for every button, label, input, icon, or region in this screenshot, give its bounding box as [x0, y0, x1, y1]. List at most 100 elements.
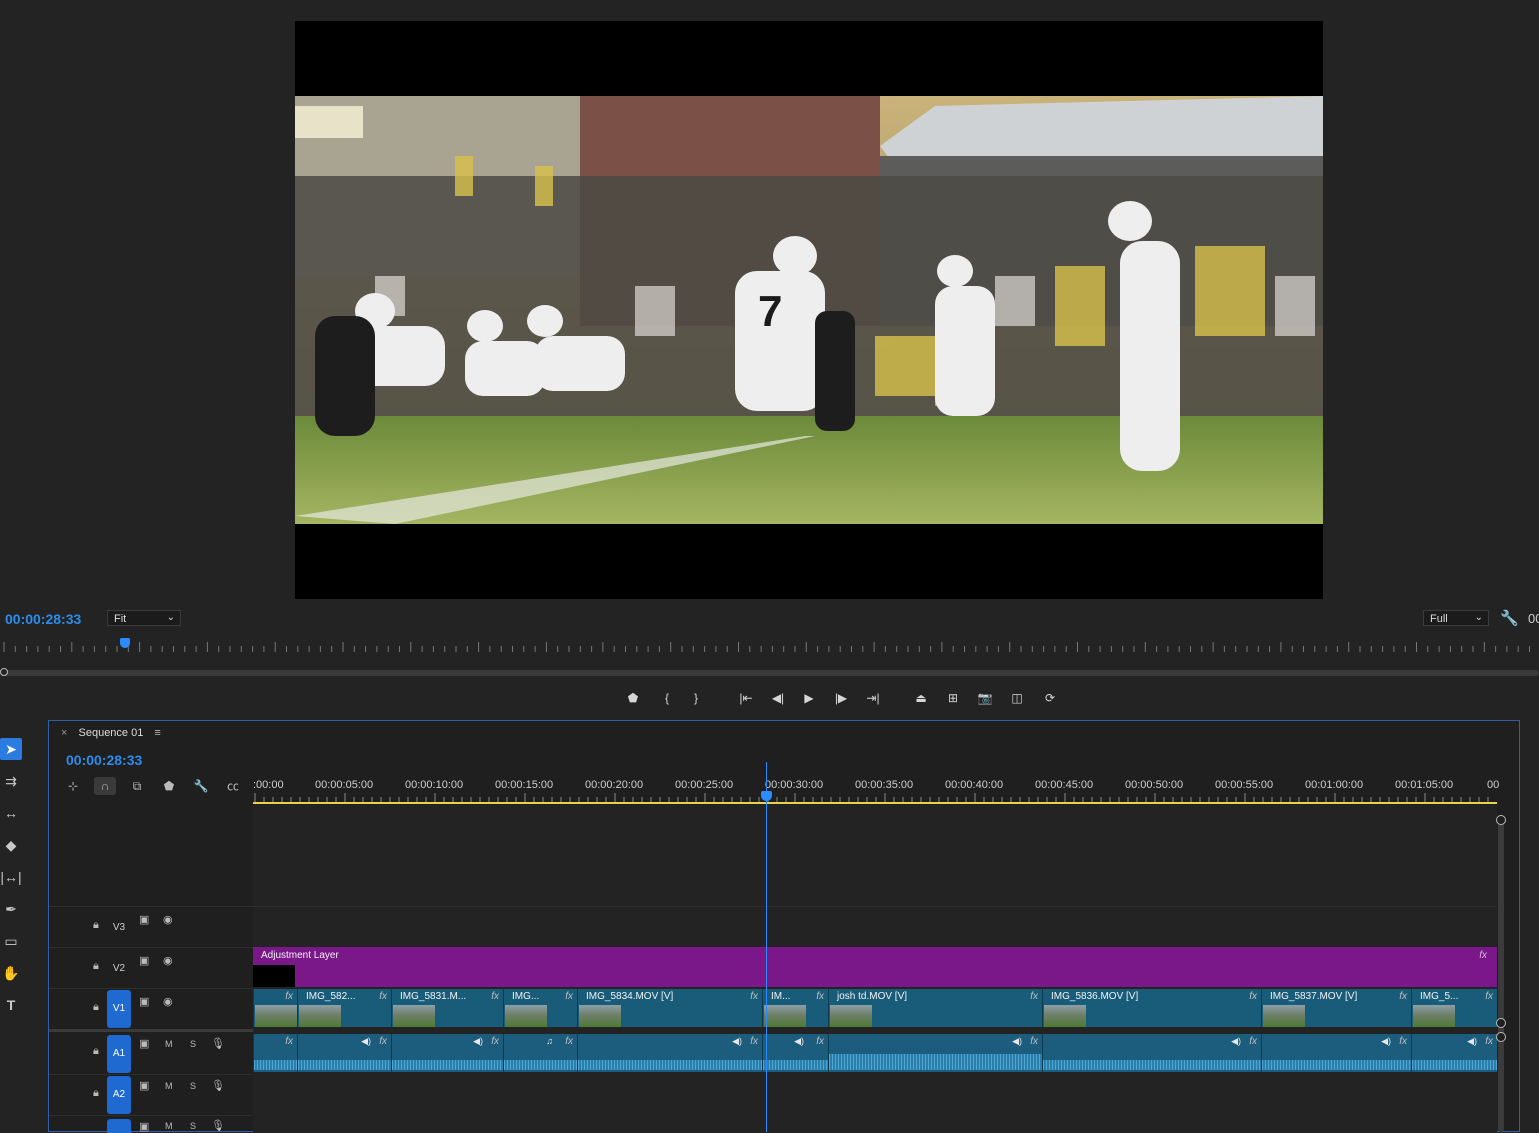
audio-clip[interactable]: ◀︎) fx [762, 1034, 828, 1072]
track-label-v2[interactable]: V2 [107, 950, 131, 988]
video-clip[interactable]: IMG_582... fx [297, 989, 391, 1027]
add-marker-icon[interactable]: ⬟ [158, 777, 180, 795]
track-select-tool-icon[interactable]: ⇉ [0, 770, 22, 792]
zoom-level-select[interactable]: Fit ⌄ [107, 610, 181, 626]
microphone-icon[interactable]: 🎙︎ [211, 1119, 225, 1132]
monitor-zoom-scrollbar[interactable] [0, 670, 1539, 676]
program-timecode[interactable]: 00:00:28:33 [5, 611, 81, 627]
close-tab-icon[interactable]: × [61, 727, 67, 739]
eye-icon[interactable]: ◉ [163, 995, 173, 1008]
add-marker-icon[interactable]: ⬟ [623, 688, 643, 708]
microphone-icon[interactable]: 🎙︎ [211, 1079, 225, 1092]
sync-lock-icon[interactable]: ▣ [139, 1037, 149, 1050]
eye-icon[interactable]: ◉ [163, 913, 173, 926]
video-clip[interactable]: IMG_5... fx [1411, 989, 1497, 1027]
play-icon[interactable]: ▶ [799, 688, 819, 708]
export-frame-icon[interactable]: 📷 [975, 688, 995, 708]
timeline-ruler[interactable]: :00:00 00:00:05:00 00:00:10:00 00:00:15:… [253, 776, 1499, 804]
insert-nest-icon[interactable]: ⊹ [62, 777, 84, 795]
sequence-tab[interactable]: × Sequence 01 ≡ [61, 727, 161, 739]
audio-clip[interactable]: ◀︎) fx [828, 1034, 1042, 1072]
lift-icon[interactable]: ⏏ [911, 688, 931, 708]
captions-icon[interactable]: ㏄ [222, 777, 244, 795]
linked-selection-icon[interactable]: ⧉ [126, 777, 148, 795]
track-content-area[interactable]: Adjustment Layer fx fx IMG_582... fx IMG_… [253, 805, 1497, 1133]
video-clip[interactable]: IMG_5837.MOV [V] fx [1261, 989, 1411, 1027]
solo-button[interactable]: S [190, 1039, 196, 1049]
slip-tool-icon[interactable]: |↔| [0, 866, 22, 888]
go-to-out-icon[interactable]: ⇥| [863, 688, 883, 708]
panel-menu-icon[interactable]: ≡ [154, 727, 160, 739]
pen-tool-icon[interactable]: ✒ [0, 898, 22, 920]
track-label-a3[interactable] [107, 1119, 131, 1133]
audio-clip[interactable]: ◀︎) fx [297, 1034, 391, 1072]
adjustment-layer-clip[interactable]: Adjustment Layer fx [253, 947, 1497, 987]
sync-lock-icon[interactable]: ▣ [139, 954, 149, 967]
lock-icon[interactable]: 🔒︎ [93, 1087, 99, 1100]
lock-icon[interactable]: 🔒︎ [93, 1001, 99, 1014]
work-area-bar[interactable] [253, 802, 1497, 804]
button-editor-icon[interactable]: ⟳ [1040, 688, 1060, 708]
scrollbar-handle-left[interactable] [0, 668, 8, 676]
ripple-edit-tool-icon[interactable]: ↔ [0, 802, 22, 824]
video-clip[interactable]: IMG_5831.M... fx [391, 989, 503, 1027]
video-clip[interactable]: IMG... fx [503, 989, 577, 1027]
lock-icon[interactable]: 🔒︎ [93, 919, 99, 932]
playback-resolution-select[interactable]: Full ⌄ [1423, 610, 1489, 626]
hand-tool-icon[interactable]: ✋ [0, 962, 22, 984]
audio-clip[interactable]: fx [253, 1034, 297, 1072]
razor-tool-icon[interactable]: ◆ [0, 834, 22, 856]
wrench-icon[interactable]: 🔧 [1500, 609, 1519, 627]
mark-in-icon[interactable]: { [657, 688, 677, 708]
lock-icon[interactable]: 🔒︎ [93, 960, 99, 973]
video-clip[interactable]: IMG_5834.MOV [V] fx [577, 989, 762, 1027]
sync-lock-icon[interactable]: ▣ [139, 995, 149, 1008]
audio-clip[interactable]: ◀︎) fx [391, 1034, 503, 1072]
video-clip[interactable]: IM... fx [762, 989, 828, 1027]
track-label-a2[interactable]: A2 [107, 1076, 131, 1114]
track-label-a1[interactable]: A1 [107, 1035, 131, 1073]
mark-out-icon[interactable]: } [686, 688, 706, 708]
clip-label: josh td.MOV [V] [837, 991, 908, 1002]
timeline-vertical-scrollbar[interactable] [1498, 815, 1504, 1132]
sync-lock-icon[interactable]: ▣ [139, 1079, 149, 1092]
rectangle-tool-icon[interactable]: ▭ [0, 930, 22, 952]
monitor-playhead[interactable] [120, 638, 130, 648]
video-clip[interactable]: fx [253, 989, 297, 1027]
audio-clip[interactable]: ◀︎) fx [1411, 1034, 1497, 1072]
extract-icon[interactable]: ⊞ [943, 688, 963, 708]
track-label-v3[interactable]: V3 [107, 909, 131, 947]
scrollbar-handle-mid[interactable] [1496, 1018, 1506, 1028]
mute-button[interactable]: M [165, 1081, 173, 1091]
solo-button[interactable]: S [190, 1121, 196, 1131]
track-label-v1[interactable]: V1 [107, 990, 131, 1028]
sequence-timecode[interactable]: 00:00:28:33 [66, 752, 142, 768]
audio-clip[interactable]: ◀︎) fx [1261, 1034, 1411, 1072]
solo-button[interactable]: S [190, 1081, 196, 1091]
type-tool-icon[interactable]: T [0, 994, 22, 1016]
scrollbar-handle-lower[interactable] [1496, 1032, 1506, 1042]
compare-view-icon[interactable]: ◫ [1007, 688, 1027, 708]
mute-button[interactable]: M [165, 1039, 173, 1049]
audio-clip[interactable]: ◀︎) fx [577, 1034, 762, 1072]
fx-badge: fx [1249, 1036, 1257, 1047]
eye-icon[interactable]: ◉ [163, 954, 173, 967]
selection-tool-icon[interactable]: ➤ [0, 738, 22, 760]
step-back-icon[interactable]: ◀| [768, 688, 788, 708]
video-clip[interactable]: josh td.MOV [V] fx [828, 989, 1042, 1027]
mute-button[interactable]: M [165, 1121, 173, 1131]
sync-lock-icon[interactable]: ▣ [139, 1120, 149, 1133]
video-clip[interactable]: IMG_5836.MOV [V] fx [1042, 989, 1261, 1027]
microphone-icon[interactable]: 🎙︎ [211, 1037, 225, 1050]
monitor-time-ruler[interactable] [0, 640, 1539, 654]
timeline-settings-wrench-icon[interactable]: 🔧 [190, 777, 212, 795]
go-to-in-icon[interactable]: |⇤ [736, 688, 756, 708]
scrollbar-handle-top[interactable] [1496, 815, 1506, 825]
video-preview[interactable]: 7 [295, 21, 1323, 599]
lock-icon[interactable]: 🔒︎ [93, 1045, 99, 1058]
audio-clip[interactable]: ♫ fx [503, 1034, 577, 1072]
step-forward-icon[interactable]: |▶ [831, 688, 851, 708]
sync-lock-icon[interactable]: ▣ [139, 913, 149, 926]
audio-clip[interactable]: ◀︎) fx [1042, 1034, 1261, 1072]
snap-magnet-icon[interactable]: ∩ [94, 777, 116, 795]
